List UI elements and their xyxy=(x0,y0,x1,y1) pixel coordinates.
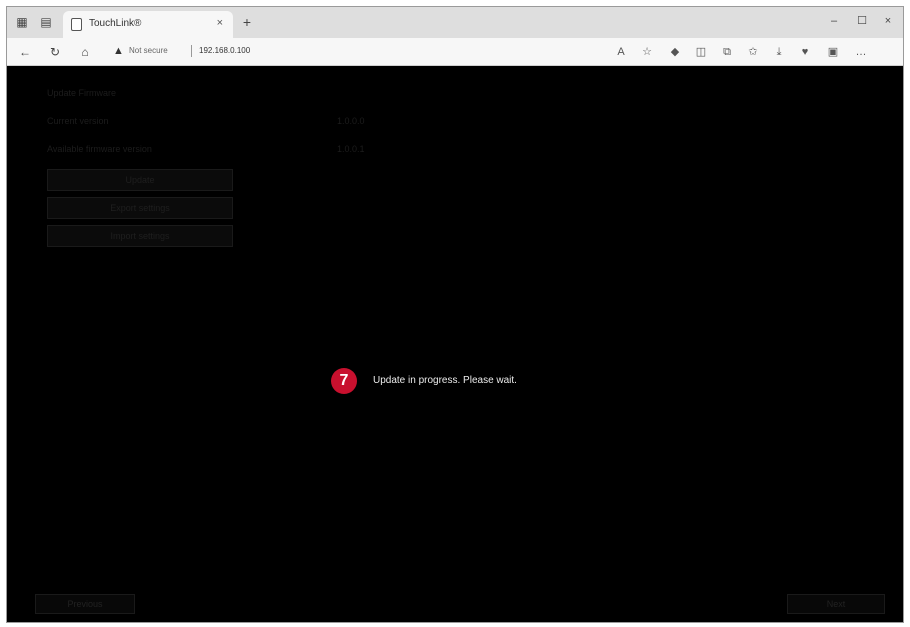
address-separator xyxy=(191,45,192,57)
next-button[interactable]: Next xyxy=(787,594,885,614)
tab-strip: ▦ ▤ TouchLink® × + – ☐ × xyxy=(7,7,903,38)
step-number-badge: 7 xyxy=(331,368,357,394)
home-button[interactable]: ⌂ xyxy=(77,44,93,60)
available-version-label: Available firmware version xyxy=(47,144,152,154)
browser-essentials-icon[interactable]: ♥ xyxy=(797,44,813,60)
url-text[interactable]: 192.168.0.100 xyxy=(199,46,250,55)
extension-icon[interactable]: ◆ xyxy=(667,44,683,60)
page-favicon-icon xyxy=(71,18,82,31)
refresh-button[interactable]: ↻ xyxy=(47,44,63,60)
copilot-icon[interactable]: ▣ xyxy=(825,44,841,60)
tab-active[interactable]: TouchLink® × xyxy=(63,11,233,38)
favorites-icon[interactable]: ✩ xyxy=(745,44,761,60)
available-version-value: 1.0.0.1 xyxy=(337,144,365,154)
navigation-bar: ← ↻ ⌂ ▲ Not secure 192.168.0.100 A ☆ ◆ ◫… xyxy=(7,38,903,66)
back-button[interactable]: ← xyxy=(17,44,33,60)
workspaces-icon[interactable]: ▦ xyxy=(15,15,29,29)
previous-button[interactable]: Previous xyxy=(35,594,135,614)
favorite-star-icon[interactable]: ☆ xyxy=(639,44,655,60)
restore-button[interactable]: ☐ xyxy=(853,13,871,29)
current-version-value: 1.0.0.0 xyxy=(337,116,365,126)
split-screen-icon[interactable]: ◫ xyxy=(693,44,709,60)
tab-title: TouchLink® xyxy=(89,18,142,29)
tab-close-icon[interactable]: × xyxy=(217,17,223,29)
browser-window: ▦ ▤ TouchLink® × + – ☐ × ← ↻ ⌂ ▲ Not sec… xyxy=(6,6,904,623)
warning-icon[interactable]: ▲ xyxy=(113,45,125,57)
current-version-label: Current version xyxy=(47,116,109,126)
section-header: Update Firmware xyxy=(47,88,117,98)
new-tab-button[interactable]: + xyxy=(239,14,255,30)
minimize-button[interactable]: – xyxy=(825,13,843,29)
page-content: Update Firmware Current version 1.0.0.0 … xyxy=(7,66,903,622)
update-button[interactable]: Update xyxy=(47,169,233,191)
security-label[interactable]: Not secure xyxy=(129,46,168,55)
downloads-icon[interactable]: ⤓ xyxy=(771,44,787,60)
export-settings-button[interactable]: Export settings xyxy=(47,197,233,219)
progress-message: Update in progress. Please wait. xyxy=(373,375,517,386)
import-settings-button[interactable]: Import settings xyxy=(47,225,233,247)
read-aloud-icon[interactable]: A xyxy=(613,44,629,60)
address-bar[interactable]: ▲ Not secure 192.168.0.100 xyxy=(107,41,607,63)
close-window-button[interactable]: × xyxy=(879,13,897,29)
tab-actions-icon[interactable]: ▤ xyxy=(39,15,53,29)
collections-icon[interactable]: ⧉ xyxy=(719,44,735,60)
more-icon[interactable]: … xyxy=(853,44,869,60)
